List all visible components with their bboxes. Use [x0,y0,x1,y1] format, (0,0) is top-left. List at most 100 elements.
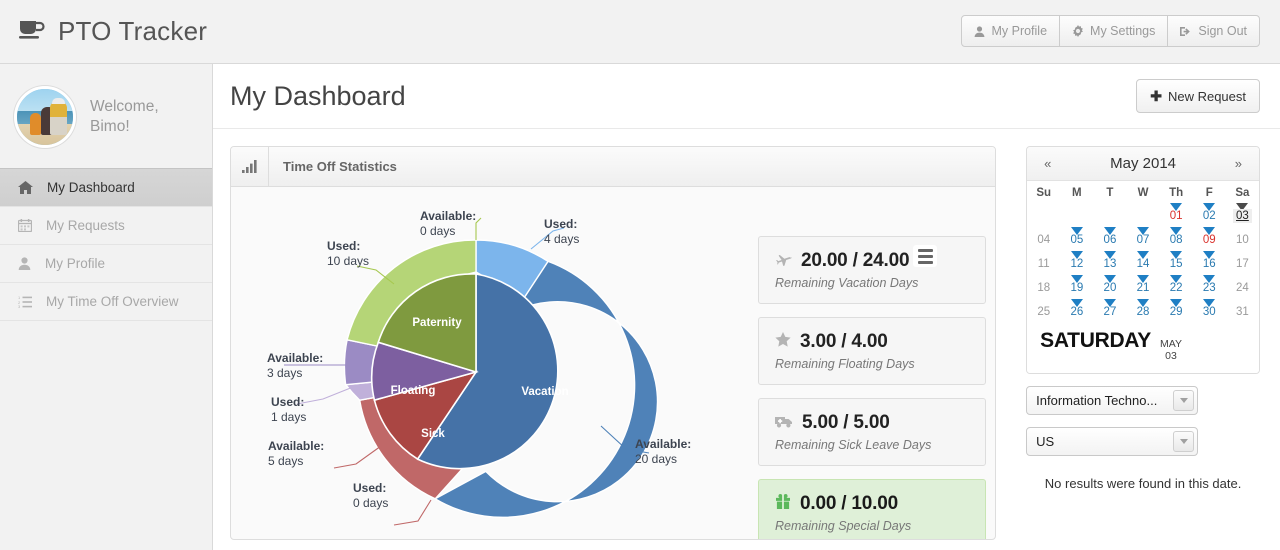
calendar-day-cell[interactable]: 08 [1160,226,1193,250]
calendar-day-number: 08 [1169,234,1183,246]
calendar-day-cell[interactable]: 10 [1226,226,1259,250]
user-icon [18,257,31,270]
calendar-day-cell[interactable]: 27 [1093,298,1126,322]
calendar-day-number: 18 [1037,282,1051,294]
chart-label-vacation-available: Available: 20 days [635,437,692,466]
calendar-day-cell[interactable]: 07 [1127,226,1160,250]
calendar-weekday-row: Su M T W Th F Sa [1027,181,1259,202]
calendar-body: 01 02 03 04 05 06 07 08 09 10 11 12 13 14 15 16 17 18 19 20… [1027,202,1259,322]
department-select[interactable]: Information Techno... [1026,386,1199,415]
calendar-day-cell[interactable]: 31 [1226,298,1259,322]
new-request-button[interactable]: ✚ New Request [1136,79,1260,113]
calendar-day-cell[interactable]: 11 [1027,250,1060,274]
chart-label-vacation-used: Used: 4 days [544,217,580,246]
calendar-day-number: 28 [1136,306,1150,318]
page-header: My Dashboard ✚ New Request [213,64,1280,129]
my-profile-button[interactable]: My Profile [961,15,1061,47]
calendar-day-number: 27 [1103,306,1117,318]
welcome-line-2: Bimo! [90,117,130,135]
chart-label-sick-available: Available: 5 days [268,439,325,468]
calendar-day-cell[interactable]: 25 [1027,298,1060,322]
calendar-empty-cell [1060,202,1093,226]
calendar-prev-button[interactable]: « [1040,156,1055,171]
department-select-wrap: Information Techno... [1026,386,1260,415]
calendar-title: May 2014 [1110,155,1177,172]
calendar-day-cell[interactable]: 22 [1160,274,1193,298]
list-icon: 123 [18,296,32,308]
calendar-day-cell[interactable]: 13 [1093,250,1126,274]
calendar-day-cell[interactable]: 26 [1060,298,1093,322]
calendar-day-number: 06 [1103,234,1117,246]
country-select-value: US [1036,434,1055,449]
calendar-day-cell[interactable]: 30 [1193,298,1226,322]
no-results-message: No results were found in this date. [1044,476,1242,491]
panel-body: Paternity Floating Sick Vacation Availab… [231,187,995,539]
sidebar-item-my-time-off-overview[interactable]: 123 My Time Off Overview [0,282,212,321]
calendar-weekday: Su [1036,187,1052,199]
calendar-day-cell[interactable]: 05 [1060,226,1093,250]
sidebar-item-my-requests[interactable]: My Requests [0,206,212,245]
calendar-day-cell[interactable]: 12 [1060,250,1093,274]
calendar-week-row: 25 26 27 28 29 30 31 [1027,298,1259,322]
calendar-day-cell[interactable]: 17 [1226,250,1259,274]
calendar-day-cell[interactable]: 21 [1127,274,1160,298]
calendar-next-button[interactable]: » [1231,156,1246,171]
welcome-message: Welcome, Bimo! [90,97,159,137]
main-content: My Dashboard ✚ New Request Time Off Stat… [213,64,1280,550]
calendar-empty-cell [1027,202,1060,226]
sign-out-button[interactable]: Sign Out [1167,15,1260,47]
sign-out-label: Sign Out [1198,24,1247,38]
ambulance-icon [775,414,793,433]
my-settings-label: My Settings [1090,24,1156,38]
brand-logo[interactable]: PTO Tracker [18,16,207,47]
calendar-day-cell[interactable]: 20 [1093,274,1126,298]
gear-icon [1072,25,1084,37]
calendar-icon [18,219,32,232]
calendar-day-number: 17 [1236,258,1249,270]
calendar-weekday: Sa [1235,187,1250,199]
calendar-day-cell[interactable]: 14 [1127,250,1160,274]
calendar-selected-month: MAY [1159,338,1182,350]
sidebar: Welcome, Bimo! My Dashboard My Requests … [0,64,213,550]
top-bar: PTO Tracker My Profile My Settings Sign … [0,0,1280,64]
calendar-day-cell[interactable]: 02 [1193,202,1226,226]
calendar-day-number: 30 [1202,306,1216,318]
stat-value-floating: 3.00 / 4.00 [800,331,888,352]
calendar-day-cell[interactable]: 06 [1093,226,1126,250]
calendar-day-cell[interactable]: 28 [1127,298,1160,322]
calendar-week-row: 01 02 03 [1027,202,1259,226]
calendar-day-cell[interactable]: 19 [1060,274,1093,298]
country-select[interactable]: US [1026,427,1199,456]
calendar-day-number: 22 [1169,282,1183,294]
calendar-weekday: T [1106,187,1114,199]
bar-chart-icon [231,147,269,186]
calendar-day-cell[interactable]: 29 [1160,298,1193,322]
home-icon [18,181,33,194]
chevron-down-icon[interactable] [1173,390,1195,411]
calendar-day-cell[interactable]: 16 [1193,250,1226,274]
hamburger-menu-icon[interactable] [913,245,938,267]
country-select-wrap: US [1026,427,1260,456]
sidebar-item-my-requests-label: My Requests [46,218,125,233]
page-title: My Dashboard [230,80,406,111]
calendar-day-cell[interactable]: 01 [1160,202,1193,226]
my-settings-button[interactable]: My Settings [1059,15,1169,47]
calendar-day-cell[interactable]: 15 [1160,250,1193,274]
stat-value-sick-leave: 5.00 / 5.00 [802,412,890,433]
calendar-day-cell[interactable]: 09 [1193,226,1226,250]
sidebar-item-my-profile[interactable]: My Profile [0,244,212,283]
slice-label-floating: Floating [391,385,436,397]
calendar-day-cell[interactable]: 03 [1226,202,1259,226]
calendar-day-cell[interactable]: 18 [1027,274,1060,298]
chart-label-floating-available: Available: 3 days [267,351,324,380]
calendar-day-cell[interactable]: 23 [1193,274,1226,298]
calendar-day-number: 04 [1037,234,1051,246]
chevron-down-icon[interactable] [1173,431,1195,452]
new-request-label: New Request [1167,88,1246,104]
calendar-day-cell[interactable]: 04 [1027,226,1060,250]
calendar-day-number: 29 [1169,306,1183,318]
stat-label-vacation: Remaining Vacation Days [775,276,919,290]
chart-label-paternity-available: Available: 0 days [420,209,477,238]
calendar-day-cell[interactable]: 24 [1226,274,1259,298]
sidebar-item-my-dashboard[interactable]: My Dashboard [0,168,212,207]
